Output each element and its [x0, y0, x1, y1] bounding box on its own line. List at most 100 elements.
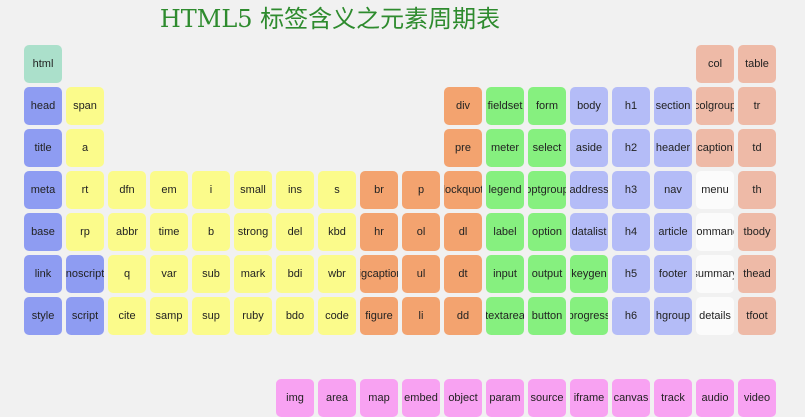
element-tile-label[interactable]: label — [486, 213, 524, 251]
element-tile-ruby[interactable]: ruby — [234, 297, 272, 335]
element-tile-td[interactable]: td — [738, 129, 776, 167]
element-tile-strong[interactable]: strong — [234, 213, 272, 251]
element-tile-ins[interactable]: ins — [276, 171, 314, 209]
element-tile-dd[interactable]: dd — [444, 297, 482, 335]
element-tile-embed[interactable]: embed — [402, 379, 440, 417]
element-tile-legend[interactable]: legend — [486, 171, 524, 209]
element-tile-footer[interactable]: footer — [654, 255, 692, 293]
element-tile-source[interactable]: source — [528, 379, 566, 417]
element-tile-time[interactable]: time — [150, 213, 188, 251]
element-tile-nav[interactable]: nav — [654, 171, 692, 209]
element-tile-div[interactable]: div — [444, 87, 482, 125]
element-tile-li[interactable]: li — [402, 297, 440, 335]
element-tile-caption[interactable]: caption — [696, 129, 734, 167]
element-tile-body[interactable]: body — [570, 87, 608, 125]
element-tile-sup[interactable]: sup — [192, 297, 230, 335]
element-tile-span[interactable]: span — [66, 87, 104, 125]
element-tile-textarea[interactable]: textarea — [486, 297, 524, 335]
element-tile-h4[interactable]: h4 — [612, 213, 650, 251]
element-tile-dt[interactable]: dt — [444, 255, 482, 293]
element-tile-cite[interactable]: cite — [108, 297, 146, 335]
element-tile-style[interactable]: style — [24, 297, 62, 335]
element-tile-canvas[interactable]: canvas — [612, 379, 650, 417]
element-tile-ol[interactable]: ol — [402, 213, 440, 251]
element-tile-form[interactable]: form — [528, 87, 566, 125]
element-tile-var[interactable]: var — [150, 255, 188, 293]
element-tile-menu[interactable]: menu — [696, 171, 734, 209]
element-tile-link[interactable]: link — [24, 255, 62, 293]
element-tile-hr[interactable]: hr — [360, 213, 398, 251]
element-tile-h6[interactable]: h6 — [612, 297, 650, 335]
element-tile-samp[interactable]: samp — [150, 297, 188, 335]
element-tile-tbody[interactable]: tbody — [738, 213, 776, 251]
element-tile-s[interactable]: s — [318, 171, 356, 209]
element-tile-script[interactable]: script — [66, 297, 104, 335]
element-tile-area[interactable]: area — [318, 379, 356, 417]
element-tile-meta[interactable]: meta — [24, 171, 62, 209]
element-tile-keygen[interactable]: keygen — [570, 255, 608, 293]
element-tile-pre[interactable]: pre — [444, 129, 482, 167]
element-tile-thead[interactable]: thead — [738, 255, 776, 293]
element-tile-dfn[interactable]: dfn — [108, 171, 146, 209]
element-tile-output[interactable]: output — [528, 255, 566, 293]
element-tile-figcaption[interactable]: figcaption — [360, 255, 398, 293]
element-tile-em[interactable]: em — [150, 171, 188, 209]
element-tile-figure[interactable]: figure — [360, 297, 398, 335]
element-tile-img[interactable]: img — [276, 379, 314, 417]
element-tile-h2[interactable]: h2 — [612, 129, 650, 167]
element-tile-code[interactable]: code — [318, 297, 356, 335]
element-tile-object[interactable]: object — [444, 379, 482, 417]
element-tile-rt[interactable]: rt — [66, 171, 104, 209]
element-tile-aside[interactable]: aside — [570, 129, 608, 167]
element-tile-kbd[interactable]: kbd — [318, 213, 356, 251]
element-tile-col[interactable]: col — [696, 45, 734, 83]
element-tile-select[interactable]: select — [528, 129, 566, 167]
element-tile-progress[interactable]: progress — [570, 297, 608, 335]
element-tile-hgroup[interactable]: hgroup — [654, 297, 692, 335]
element-tile-head[interactable]: head — [24, 87, 62, 125]
element-tile-param[interactable]: param — [486, 379, 524, 417]
element-tile-abbr[interactable]: abbr — [108, 213, 146, 251]
element-tile-del[interactable]: del — [276, 213, 314, 251]
element-tile-address[interactable]: address — [570, 171, 608, 209]
element-tile-map[interactable]: map — [360, 379, 398, 417]
element-tile-table[interactable]: table — [738, 45, 776, 83]
element-tile-bdi[interactable]: bdi — [276, 255, 314, 293]
element-tile-article[interactable]: article — [654, 213, 692, 251]
element-tile-dl[interactable]: dl — [444, 213, 482, 251]
element-tile-input[interactable]: input — [486, 255, 524, 293]
element-tile-header[interactable]: header — [654, 129, 692, 167]
element-tile-bdo[interactable]: bdo — [276, 297, 314, 335]
element-tile-ul[interactable]: ul — [402, 255, 440, 293]
element-tile-rp[interactable]: rp — [66, 213, 104, 251]
element-tile-tfoot[interactable]: tfoot — [738, 297, 776, 335]
element-tile-meter[interactable]: meter — [486, 129, 524, 167]
element-tile-button[interactable]: button — [528, 297, 566, 335]
element-tile-audio[interactable]: audio — [696, 379, 734, 417]
element-tile-a[interactable]: a — [66, 129, 104, 167]
element-tile-sub[interactable]: sub — [192, 255, 230, 293]
element-tile-iframe[interactable]: iframe — [570, 379, 608, 417]
element-tile-command[interactable]: command — [696, 213, 734, 251]
element-tile-blockquote[interactable]: blockquote — [444, 171, 482, 209]
element-tile-h1[interactable]: h1 — [612, 87, 650, 125]
element-tile-summary[interactable]: summary — [696, 255, 734, 293]
element-tile-details[interactable]: details — [696, 297, 734, 335]
element-tile-optgroup[interactable]: optgroup — [528, 171, 566, 209]
element-tile-html[interactable]: html — [24, 45, 62, 83]
element-tile-base[interactable]: base — [24, 213, 62, 251]
element-tile-video[interactable]: video — [738, 379, 776, 417]
element-tile-title[interactable]: title — [24, 129, 62, 167]
element-tile-colgroup[interactable]: colgroup — [696, 87, 734, 125]
element-tile-mark[interactable]: mark — [234, 255, 272, 293]
element-tile-fieldset[interactable]: fieldset — [486, 87, 524, 125]
element-tile-th[interactable]: th — [738, 171, 776, 209]
element-tile-br[interactable]: br — [360, 171, 398, 209]
element-tile-h3[interactable]: h3 — [612, 171, 650, 209]
element-tile-small[interactable]: small — [234, 171, 272, 209]
element-tile-q[interactable]: q — [108, 255, 146, 293]
element-tile-tr[interactable]: tr — [738, 87, 776, 125]
element-tile-i[interactable]: i — [192, 171, 230, 209]
element-tile-section[interactable]: section — [654, 87, 692, 125]
element-tile-p[interactable]: p — [402, 171, 440, 209]
